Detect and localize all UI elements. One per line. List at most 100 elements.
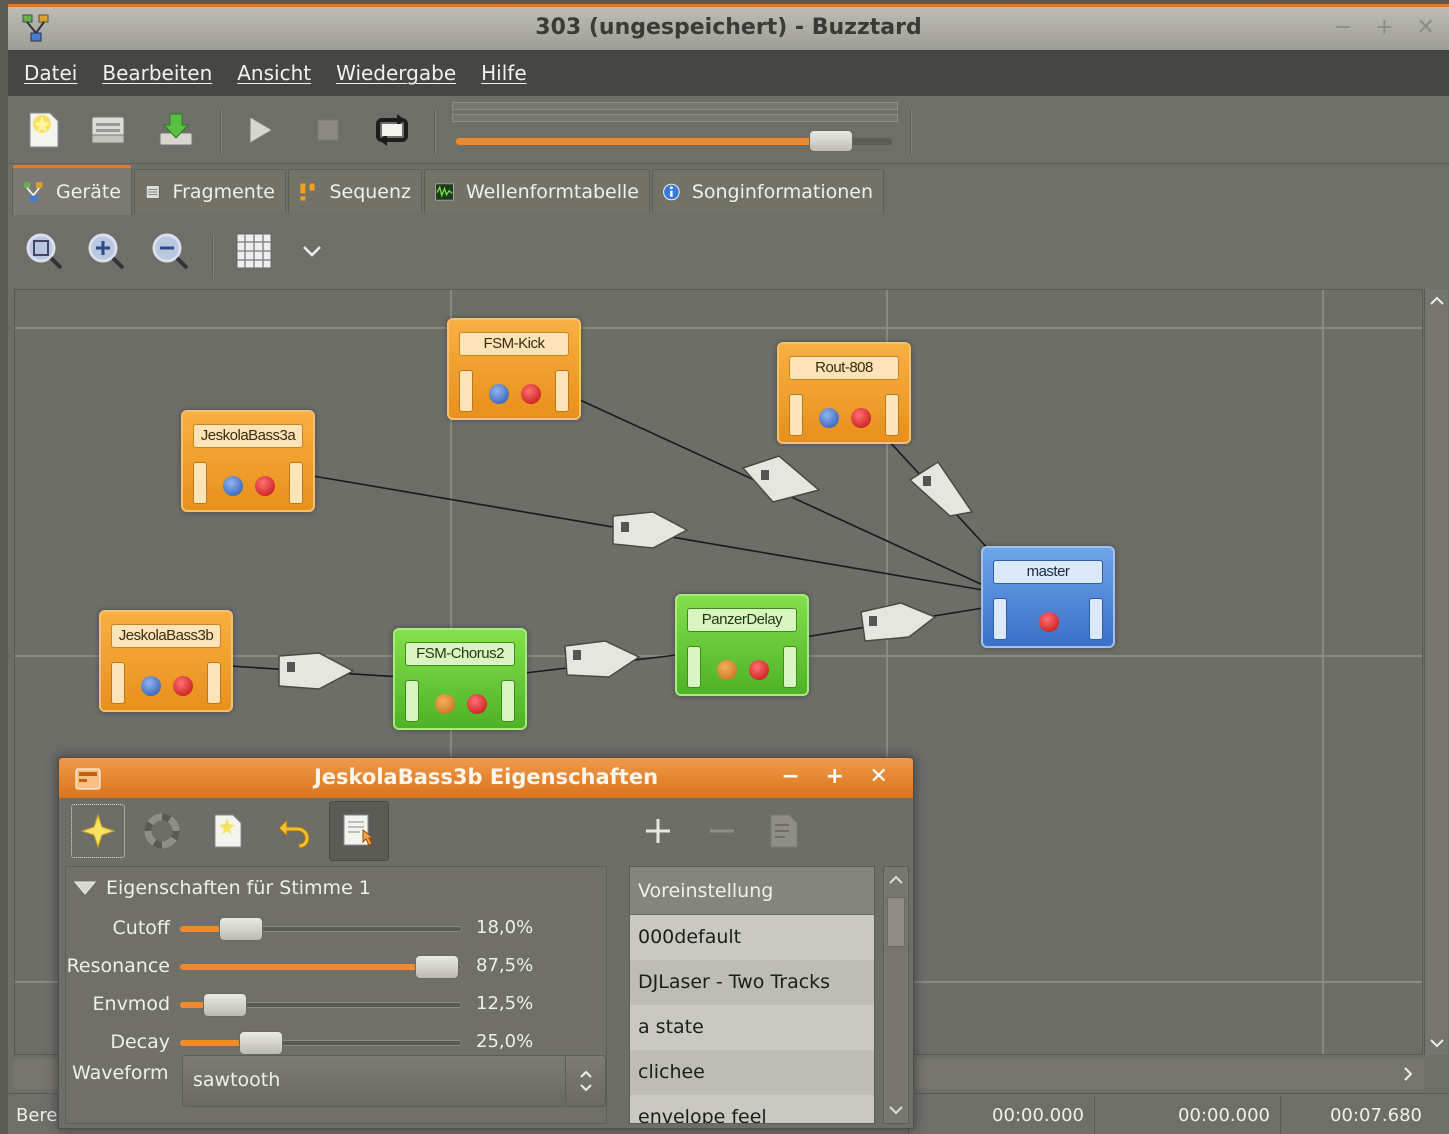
add-preset-button[interactable] — [631, 804, 685, 858]
waveform-select[interactable]: sawtooth — [182, 1055, 606, 1107]
edit-preset-button[interactable] — [757, 804, 811, 858]
solo-led[interactable] — [173, 676, 193, 696]
randomize-button[interactable] — [71, 804, 125, 858]
machine-volume-bar — [289, 462, 303, 504]
grid-options-dropdown[interactable] — [292, 231, 332, 271]
grid-icon — [236, 233, 272, 269]
document-pointer-icon — [343, 814, 375, 846]
zoom-fit-icon — [26, 233, 63, 270]
status-time-length: 00:07.680 — [1280, 1096, 1432, 1134]
preset-list-scrollbar[interactable] — [883, 866, 909, 1124]
machine-master[interactable]: master — [981, 546, 1115, 648]
param-value: 18,0% — [476, 917, 534, 938]
bypass-led[interactable] — [435, 694, 455, 714]
machine-fsm-kick[interactable]: FSM-Kick — [447, 318, 581, 420]
canvas-vertical-scrollbar[interactable] — [1424, 289, 1448, 1055]
param-row-resonance: Resonance 87,5% — [66, 951, 606, 981]
help-preset-button[interactable] — [329, 801, 389, 861]
tab-geraete[interactable]: Geräte — [12, 165, 132, 215]
solo-led[interactable] — [255, 476, 275, 496]
tab-sequenz[interactable]: Sequenz — [288, 169, 422, 213]
preset-list-header[interactable]: Voreinstellung — [630, 867, 874, 915]
dialog-title-bar[interactable]: JeskolaBass3b Eigenschaften − + ✕ — [59, 758, 913, 798]
toolbar-separator — [910, 110, 912, 154]
chevron-down-icon — [1430, 1039, 1444, 1048]
machine-rout-808[interactable]: Rout-808 — [777, 342, 911, 444]
machine-volume-bar — [885, 394, 899, 436]
volume-slider-handle[interactable] — [808, 130, 853, 152]
new-document-icon — [214, 814, 242, 848]
save-song-button[interactable] — [156, 110, 196, 150]
new-preset-button[interactable] — [201, 804, 255, 858]
solo-led[interactable] — [749, 660, 769, 680]
grid-toggle-button[interactable] — [234, 231, 274, 271]
param-label: Decay — [110, 1031, 170, 1053]
mute-led[interactable] — [141, 676, 161, 696]
tab-label: Fragmente — [172, 180, 275, 203]
zoom-in-icon — [88, 233, 125, 270]
zoom-out-button[interactable] — [150, 231, 190, 271]
param-label: Cutoff — [112, 917, 170, 939]
expander-triangle-icon — [74, 881, 96, 895]
menu-hilfe[interactable]: Hilfe — [481, 61, 527, 85]
reset-button[interactable] — [135, 804, 189, 858]
param-slider-handle[interactable] — [218, 917, 263, 941]
solo-led[interactable] — [521, 384, 541, 404]
stop-button[interactable] — [308, 110, 348, 150]
machine-volume-bar — [501, 680, 515, 722]
param-slider-handle[interactable] — [414, 955, 459, 979]
waveform-label: Waveform — [72, 1062, 169, 1084]
param-value: 25,0% — [476, 1031, 534, 1052]
machine-volume-bar — [555, 370, 569, 412]
minus-icon — [710, 829, 734, 833]
preset-item[interactable]: DJLaser - Two Tracks — [630, 960, 874, 1005]
waveform-selected-value: sawtooth — [193, 1069, 281, 1091]
preset-list: Voreinstellung 000default DJLaser - Two … — [629, 866, 875, 1124]
mute-led[interactable] — [819, 408, 839, 428]
machine-volume-bar — [687, 646, 701, 688]
tab-wellenformtabelle[interactable]: Wellenformtabelle — [424, 169, 650, 213]
remove-preset-button[interactable] — [695, 804, 749, 858]
voice-properties-panel: Eigenschaften für Stimme 1 Cutoff 18,0% … — [65, 866, 607, 1124]
new-song-button[interactable] — [24, 110, 64, 150]
dialog-window-controls[interactable]: − + ✕ — [781, 764, 897, 789]
menu-datei[interactable]: Datei — [24, 61, 77, 85]
tab-songinformationen[interactable]: Songinformationen — [652, 169, 884, 213]
waveform-icon — [435, 183, 454, 200]
bypass-led[interactable] — [717, 660, 737, 680]
voice-section-header[interactable]: Eigenschaften für Stimme 1 — [74, 877, 371, 899]
machine-volume-bar — [459, 370, 473, 412]
preset-item[interactable]: clichee — [630, 1050, 874, 1095]
preset-item[interactable]: 000default — [630, 915, 874, 960]
title-bar: 303 (ungespeichert) - Buzztard − + ✕ — [8, 7, 1449, 50]
loop-button[interactable] — [372, 110, 412, 150]
menu-bar: Datei Bearbeiten Ansicht Wiedergabe Hilf… — [8, 50, 1449, 96]
undo-button[interactable] — [267, 804, 321, 858]
volume-control[interactable] — [452, 102, 898, 152]
zoom-in-button[interactable] — [86, 231, 126, 271]
window-controls[interactable]: − + ✕ — [1334, 15, 1443, 40]
param-slider-handle[interactable] — [238, 1031, 283, 1055]
preset-item[interactable]: a state — [630, 1005, 874, 1050]
zoom-fit-button[interactable] — [24, 231, 64, 271]
preset-item[interactable]: envelope feel — [630, 1095, 874, 1123]
machine-label: Rout-808 — [789, 356, 899, 380]
mute-led[interactable] — [223, 476, 243, 496]
scrollbar-thumb[interactable] — [887, 897, 905, 947]
mute-led[interactable] — [489, 384, 509, 404]
open-song-button[interactable] — [88, 110, 128, 150]
machine-fsm-chorus2[interactable]: FSM-Chorus2 — [393, 628, 527, 730]
solo-led[interactable] — [1039, 612, 1059, 632]
machine-jeskolabass3b[interactable]: JeskolaBass3b — [99, 610, 233, 712]
machine-panzerdelay[interactable]: PanzerDelay — [675, 594, 809, 696]
machine-jeskolabass3a[interactable]: JeskolaBass3a — [181, 410, 315, 512]
tab-fragmente[interactable]: Fragmente — [134, 169, 286, 213]
param-slider-handle[interactable] — [203, 993, 248, 1017]
solo-led[interactable] — [851, 408, 871, 428]
solo-led[interactable] — [467, 694, 487, 714]
menu-wiedergabe[interactable]: Wiedergabe — [336, 61, 456, 85]
menu-ansicht[interactable]: Ansicht — [237, 61, 311, 85]
play-button[interactable] — [240, 110, 280, 150]
menu-bearbeiten[interactable]: Bearbeiten — [102, 61, 212, 85]
zoom-out-icon — [152, 233, 189, 270]
